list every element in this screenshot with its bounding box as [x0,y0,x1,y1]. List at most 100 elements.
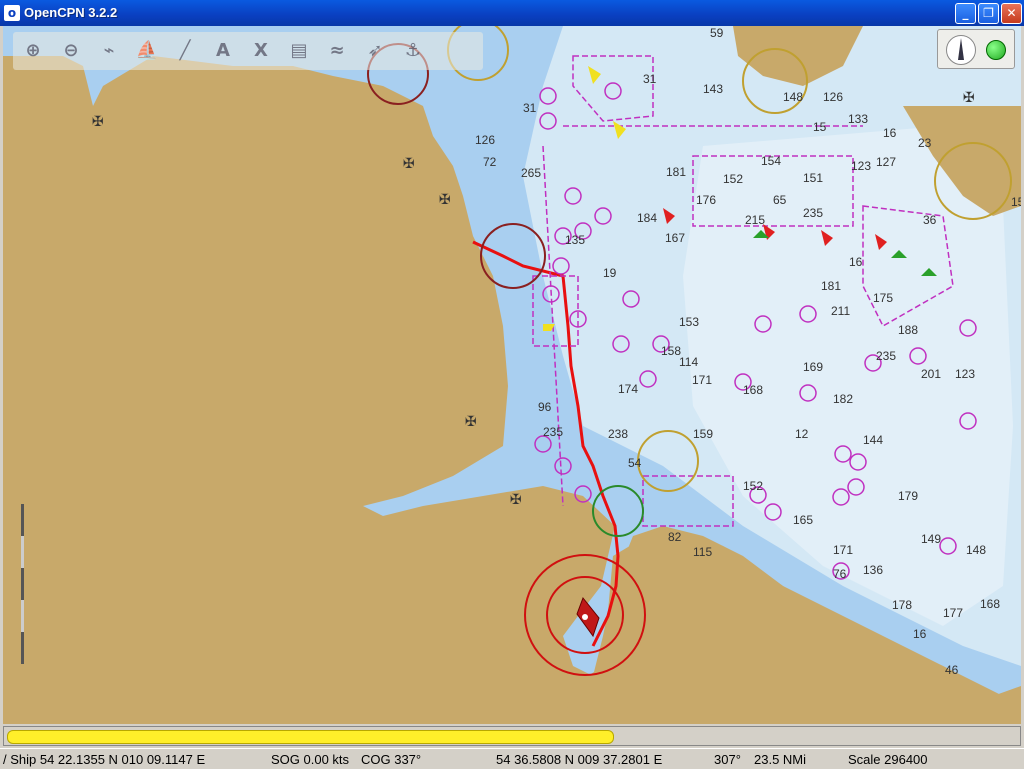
depth-sounding: 215 [745,213,765,227]
depth-sounding: 182 [833,392,853,406]
status-bar: / Ship 54 22.1355 N 010 09.1147 E SOG 0.… [0,748,1024,769]
close-button[interactable]: ✕ [1001,3,1022,24]
depth-sounding: 238 [608,427,628,441]
depth-sounding: 149 [921,532,941,546]
cancel-icon[interactable]: X [246,36,276,66]
depth-sounding: 171 [833,543,853,557]
depth-sounding: 148 [966,543,986,557]
current-icon[interactable]: ➶ [360,36,390,66]
depth-sounding: 23 [918,136,932,150]
depth-sounding: 175 [873,291,893,305]
depth-sounding: 123 [955,367,975,381]
gps-status-icon [986,40,1006,60]
depth-sounding: 46 [945,663,959,677]
depth-sounding: 126 [475,133,495,147]
zoom-out-icon[interactable]: ⊖ [56,36,86,66]
depth-sounding: 114 [679,355,698,369]
ship-icon[interactable]: ⛵ [132,36,162,66]
depth-sounding: 235 [876,349,896,363]
depth-sounding: 115 [693,545,712,559]
depth-sounding: 154 [761,154,781,168]
speed-over-ground: SOG 0.00 kts [271,752,350,767]
depth-sounding: 178 [892,598,912,612]
depth-sounding: 65 [773,193,787,207]
depth-sounding: 158 [661,344,681,358]
depth-sounding: 174 [618,382,638,396]
cursor-position: 54 36.5808 N 009 37.2801 E [496,752,663,767]
cursor-distance: 23.5 NMi [754,752,807,767]
depth-sounding: 152 [723,172,743,186]
anchor-icon[interactable]: ⚓ [398,36,428,66]
chart-scale: Scale 296400 [848,752,928,767]
window-title: OpenCPN 3.2.2 [24,5,118,20]
depth-sounding: 31 [643,72,657,86]
depth-sounding: 144 [863,433,883,447]
minimize-button[interactable]: _ [955,3,976,24]
course-over-ground: COG 337° [361,752,422,767]
depth-sounding: 16 [849,255,863,269]
chart-canvas[interactable]: ✠ ✠ ✠ ✠ ✠ ✠ 59 31 143 148 126 133 16 23 15 123 127 181 1… [3,26,1021,724]
depth-sounding: 136 [863,563,883,577]
route-icon[interactable]: ⌁ [94,36,124,66]
svg-text:✠: ✠ [465,414,477,430]
depth-sounding: 72 [483,155,497,169]
depth-sounding: 127 [876,155,896,169]
depth-sounding: 135 [565,233,585,247]
ship-position: / Ship 54 22.1355 N 010 09.1147 E [3,752,206,767]
progress-fill [7,730,614,744]
depth-sounding: 15 [813,120,827,134]
status-panel [937,29,1015,69]
zoom-in-icon[interactable]: ⊕ [18,36,48,66]
depth-sounding: 76 [833,567,847,581]
chart-icon[interactable]: ▤ [284,36,314,66]
progress-bar [3,726,1021,746]
depth-sounding: 181 [821,279,841,293]
depth-sounding: 176 [696,193,716,207]
svg-text:✠: ✠ [403,156,415,172]
svg-text:✠: ✠ [510,492,522,508]
depth-sounding: 177 [943,606,963,620]
depth-sounding: 148 [783,90,803,104]
depth-sounding: 181 [666,165,686,179]
depth-sounding: 188 [898,323,918,337]
depth-sounding: 168 [980,597,1000,611]
depth-sounding: 59 [710,26,724,40]
maximize-button[interactable]: ❐ [978,3,999,24]
compass-icon[interactable] [946,35,976,65]
depth-sounding: 143 [703,82,723,96]
depth-sounding: 82 [668,530,682,544]
chart-toolbar: ⊕ ⊖ ⌁ ⛵ ╱ A X ▤ ≈ ➶ ⚓ [13,32,483,70]
depth-sounding: 171 [692,373,712,387]
depth-sounding: 167 [665,231,685,245]
opencpn-icon: o [4,5,20,21]
depth-sounding: 126 [823,90,843,104]
depth-sounding: 152 [743,479,763,493]
depth-sounding: 169 [803,360,823,374]
depth-sounding: 16 [883,126,897,140]
depth-sounding: 36 [923,213,937,227]
depth-sounding: 235 [543,425,563,439]
depth-sounding: 165 [793,513,813,527]
text-icon[interactable]: A [208,36,238,66]
depth-sounding: 31 [523,101,537,115]
depth-sounding: 151 [803,171,823,185]
depth-sounding: 184 [637,211,657,225]
depth-sounding: 159 [693,427,713,441]
depth-sounding: 265 [521,166,541,180]
depth-sounding: 16 [913,627,927,641]
depth-sounding: 133 [848,112,868,126]
depth-sounding: 12 [795,427,809,441]
title-bar: o OpenCPN 3.2.2 _ ❐ ✕ [0,0,1024,26]
nautical-chart: ✠ ✠ ✠ ✠ ✠ ✠ 59 31 143 148 126 133 16 23 15 123 127 181 1… [3,26,1021,724]
ruler-icon[interactable]: ╱ [170,36,200,66]
depth-sounding: 168 [743,383,763,397]
scale-bar [21,504,24,664]
depth-sounding: 96 [538,400,552,414]
depth-sounding: 19 [603,266,617,280]
svg-text:✠: ✠ [439,192,451,208]
svg-text:✠: ✠ [963,90,975,106]
depth-sounding: 153 [679,315,699,329]
depth-sounding: 211 [831,304,850,318]
tide-icon[interactable]: ≈ [322,36,352,66]
depth-sounding: 179 [898,489,918,503]
